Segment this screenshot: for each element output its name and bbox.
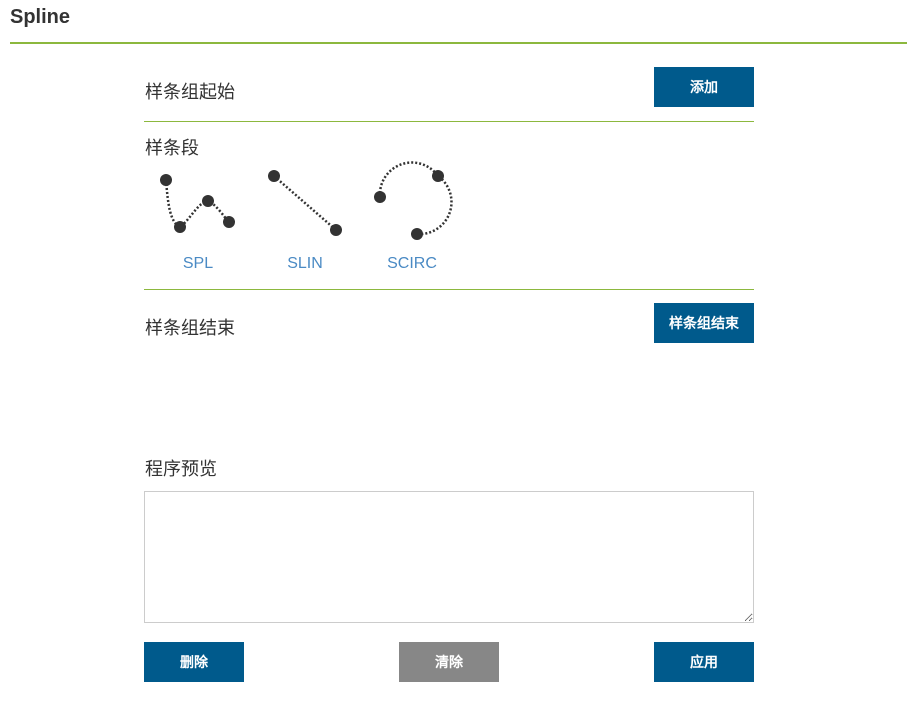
segment-label: SCIRC <box>387 255 437 272</box>
apply-button[interactable]: 应用 <box>654 642 754 682</box>
spline-circle-icon <box>374 161 453 240</box>
section-divider <box>144 289 754 290</box>
page-title: Spline <box>10 6 71 28</box>
add-button[interactable]: 添加 <box>654 67 754 107</box>
group-end-button[interactable]: 样条组结束 <box>654 303 754 343</box>
clear-button[interactable]: 清除 <box>399 642 499 682</box>
section-divider <box>144 121 754 122</box>
segments-label: 样条段 <box>145 138 199 159</box>
spline-linear-icon <box>268 170 342 236</box>
segment-scirc[interactable]: SCIRC <box>358 160 468 280</box>
segment-label: SPL <box>182 255 214 272</box>
preview-label: 程序预览 <box>145 459 217 480</box>
delete-button[interactable]: 删除 <box>144 642 244 682</box>
spline-curve-icon <box>160 174 235 233</box>
segment-label: SLIN <box>287 255 323 272</box>
group-end-label: 样条组结束 <box>145 318 235 339</box>
segment-slin[interactable]: SLIN <box>251 160 361 280</box>
group-start-label: 样条组起始 <box>145 82 235 103</box>
program-preview-textarea[interactable] <box>144 491 754 623</box>
segment-spl[interactable]: SPL <box>144 160 254 280</box>
title-divider <box>10 42 907 44</box>
